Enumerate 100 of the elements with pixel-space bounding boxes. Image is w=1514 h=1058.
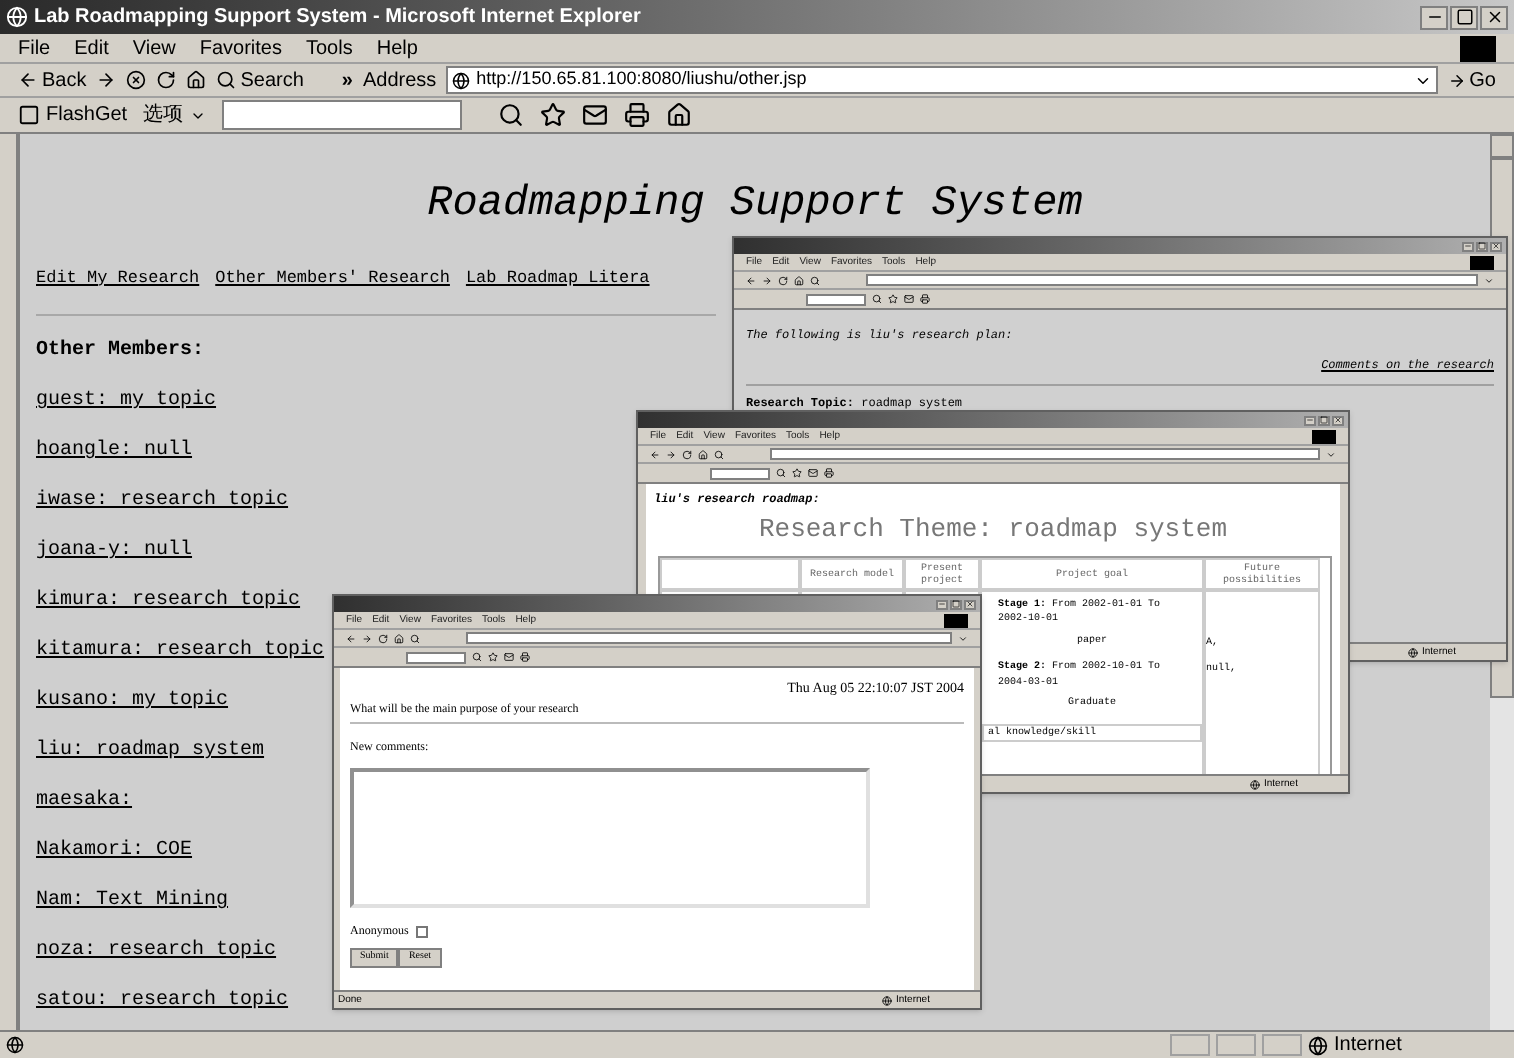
back-icon[interactable] bbox=[346, 633, 356, 643]
address-field[interactable] bbox=[770, 448, 1320, 460]
back-icon bbox=[18, 70, 38, 90]
address-field[interactable] bbox=[466, 632, 952, 644]
toolbar-field[interactable] bbox=[221, 100, 462, 130]
nav-link[interactable]: Lab Roadmap Litera bbox=[465, 265, 650, 291]
maximize-button[interactable] bbox=[1476, 241, 1488, 251]
search-icon[interactable] bbox=[714, 449, 724, 459]
search-icon[interactable] bbox=[776, 468, 786, 478]
forward-icon[interactable] bbox=[96, 70, 117, 90]
refresh-icon[interactable] bbox=[156, 70, 177, 90]
comment-textarea[interactable] bbox=[350, 768, 870, 908]
member-link[interactable]: iwase: research topic bbox=[36, 486, 289, 517]
home-icon[interactable] bbox=[186, 70, 207, 90]
nav-link[interactable]: Other Members' Research bbox=[215, 265, 450, 291]
minimize-icon bbox=[938, 600, 946, 608]
search-button[interactable]: Search bbox=[216, 65, 304, 95]
toolbar-field[interactable] bbox=[806, 293, 866, 305]
menu-item[interactable]: File bbox=[18, 33, 51, 63]
flashget-icon bbox=[18, 104, 40, 126]
member-link[interactable]: noza: research topic bbox=[36, 936, 277, 967]
maximize-button[interactable] bbox=[950, 599, 962, 609]
member-link[interactable]: kitamura: research topic bbox=[36, 636, 325, 667]
globe-icon bbox=[1408, 647, 1418, 657]
search-icon[interactable] bbox=[472, 652, 482, 662]
mail-icon[interactable] bbox=[581, 102, 608, 128]
member-link[interactable]: Nam: Text Mining bbox=[36, 886, 229, 917]
table-cell bbox=[660, 557, 800, 589]
flashget-button[interactable]: FlashGet bbox=[18, 100, 128, 130]
forward-icon[interactable] bbox=[762, 275, 772, 285]
zone-text: Internet bbox=[1334, 1032, 1402, 1058]
printer-icon[interactable] bbox=[824, 468, 834, 478]
member-link[interactable]: maesaka: bbox=[36, 786, 133, 817]
minimize-button[interactable] bbox=[1420, 5, 1448, 29]
member-link[interactable]: guest: my topic bbox=[36, 386, 217, 417]
page-icon bbox=[452, 71, 471, 89]
search-icon[interactable] bbox=[872, 294, 882, 304]
back-button[interactable]: Back bbox=[18, 65, 87, 95]
member-link[interactable]: kusano: my topic bbox=[36, 686, 229, 717]
search-icon[interactable] bbox=[810, 275, 820, 285]
star-icon[interactable] bbox=[792, 468, 802, 478]
maximize-button[interactable] bbox=[1450, 5, 1478, 29]
close-button[interactable] bbox=[1480, 5, 1508, 29]
go-button[interactable]: Go bbox=[1447, 65, 1496, 95]
member-link[interactable]: liu: roadmap system bbox=[36, 736, 265, 767]
printer-icon[interactable] bbox=[920, 294, 930, 304]
page-icon bbox=[6, 1036, 24, 1054]
menu-item[interactable]: Favorites bbox=[199, 33, 282, 63]
logo-icon bbox=[1312, 429, 1336, 443]
printer-icon[interactable] bbox=[623, 102, 650, 128]
home-icon[interactable] bbox=[394, 633, 404, 643]
maximize-icon bbox=[952, 600, 960, 608]
member-link[interactable]: Nakamori: COE bbox=[36, 836, 193, 867]
mail-icon[interactable] bbox=[904, 294, 914, 304]
maximize-icon bbox=[1455, 8, 1473, 26]
more-chevron[interactable]: » bbox=[341, 65, 353, 95]
refresh-icon[interactable] bbox=[778, 275, 788, 285]
member-link[interactable]: kimura: research topic bbox=[36, 586, 301, 617]
home-icon[interactable] bbox=[698, 449, 708, 459]
globe-icon bbox=[1308, 1035, 1328, 1055]
maximize-icon bbox=[1320, 416, 1328, 424]
status-pane bbox=[1216, 1034, 1256, 1056]
back-icon[interactable] bbox=[650, 449, 660, 459]
anonymous-checkbox[interactable] bbox=[416, 926, 429, 938]
close-button[interactable] bbox=[1332, 415, 1344, 425]
home-icon[interactable] bbox=[665, 102, 692, 128]
menu-item[interactable]: Edit bbox=[74, 33, 109, 63]
member-link[interactable]: satou: research topic bbox=[36, 986, 289, 1017]
mail-icon[interactable] bbox=[504, 652, 514, 662]
stop-icon[interactable] bbox=[126, 70, 147, 90]
nav-link[interactable]: Edit My Research bbox=[36, 265, 200, 291]
menu-item[interactable]: Help bbox=[376, 33, 418, 63]
star-icon[interactable] bbox=[539, 102, 566, 128]
home-icon[interactable] bbox=[794, 275, 804, 285]
toolbar-field[interactable] bbox=[710, 467, 770, 479]
refresh-icon[interactable] bbox=[682, 449, 692, 459]
menu-item[interactable]: Tools bbox=[305, 33, 353, 63]
theme-heading: Research Theme: roadmap system bbox=[756, 512, 1230, 548]
member-link[interactable]: joana-y: null bbox=[36, 536, 193, 567]
close-icon bbox=[1485, 8, 1503, 26]
address-field[interactable]: http://150.65.81.100:8080/liushu/other.jsp bbox=[446, 66, 1438, 94]
mail-icon[interactable] bbox=[808, 468, 818, 478]
star-icon[interactable] bbox=[488, 652, 498, 662]
close-button[interactable] bbox=[964, 599, 976, 609]
back-icon[interactable] bbox=[746, 275, 756, 285]
forward-icon[interactable] bbox=[362, 633, 372, 643]
member-link[interactable]: hoangle: null bbox=[36, 436, 193, 467]
printer-icon[interactable] bbox=[520, 652, 530, 662]
toolbar-field[interactable] bbox=[406, 651, 466, 663]
refresh-icon[interactable] bbox=[378, 633, 388, 643]
star-icon[interactable] bbox=[888, 294, 898, 304]
maximize-button[interactable] bbox=[1318, 415, 1330, 425]
options-button[interactable]: 选项 bbox=[143, 100, 206, 130]
search-icon[interactable] bbox=[410, 633, 420, 643]
menu-item[interactable]: View bbox=[132, 33, 176, 63]
close-button[interactable] bbox=[1490, 241, 1502, 251]
search-icon[interactable] bbox=[497, 102, 524, 128]
address-field[interactable] bbox=[866, 274, 1478, 286]
go-icon bbox=[1447, 71, 1466, 89]
forward-icon[interactable] bbox=[666, 449, 676, 459]
